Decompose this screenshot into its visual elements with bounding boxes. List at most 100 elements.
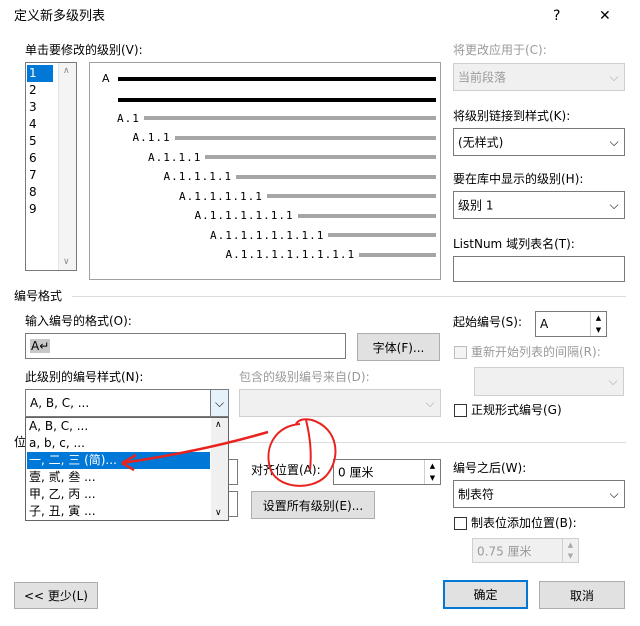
- gallery-level-label: 要在库中显示的级别(H):: [453, 172, 584, 186]
- dialog-title: 定义新多级列表: [14, 9, 106, 24]
- gallery-level-combo[interactable]: 级别 1 ⌵: [453, 191, 625, 219]
- close-icon[interactable]: ✕: [599, 8, 611, 24]
- level-item[interactable]: 4: [27, 116, 53, 133]
- style-option[interactable]: 一, 二, 三 (简)...: [27, 452, 210, 469]
- ok-button[interactable]: 确定: [443, 580, 528, 609]
- restart-combo[interactable]: ⌵: [474, 367, 624, 396]
- scroll-down-icon[interactable]: ∨: [63, 257, 70, 267]
- preview-level1-label: A: [102, 72, 110, 85]
- level-listbox[interactable]: 123456789 ∧ ∨: [25, 62, 77, 271]
- link-style-combo[interactable]: (无样式) ⌵: [453, 128, 625, 156]
- style-value: A, B, C, ...: [30, 396, 90, 410]
- spin-down-icon[interactable]: ▼: [562, 550, 578, 562]
- apply-to-label: 将更改应用于(C):: [453, 43, 547, 57]
- legal-label: 正规形式编号(G): [471, 403, 562, 417]
- preview-row-bar: [297, 213, 436, 218]
- include-label: 包含的级别编号来自(D):: [239, 370, 370, 384]
- chevron-down-icon: ⌵: [609, 197, 619, 212]
- tab-add-label: 制表位添加位置(B):: [471, 516, 577, 530]
- start-at-label: 起始编号(S):: [453, 315, 523, 329]
- scroll-down-icon[interactable]: ∨: [215, 508, 222, 518]
- preview-row: A.1: [117, 111, 436, 125]
- chevron-down-icon: ⌵: [425, 395, 435, 410]
- chevron-down-icon: ⌵: [608, 374, 618, 388]
- group-divider: [72, 296, 626, 297]
- spin-up-icon[interactable]: ▲: [590, 312, 606, 324]
- preview-row: A.1.1.1.1: [163, 170, 436, 184]
- style-option[interactable]: A, B, C, ...: [27, 418, 210, 435]
- spin-down-icon[interactable]: ▼: [590, 324, 606, 336]
- preview-row: A.1.1.1.1.1.1.1.1: [226, 248, 436, 262]
- level-item[interactable]: 7: [27, 167, 53, 184]
- style-option[interactable]: a, b, c, ...: [27, 435, 210, 452]
- tab-add-spinner[interactable]: 0.75 厘米 ▲ ▼: [472, 538, 579, 563]
- preview-row: A.1.1.1.1.1.1.1: [210, 228, 436, 242]
- chevron-down-icon[interactable]: ⌵: [210, 390, 228, 416]
- start-at-value: A: [540, 317, 549, 331]
- style-option[interactable]: 子, 丑, 寅 ...: [27, 503, 210, 520]
- style-option[interactable]: 壹, 贰, 叁 ...: [27, 469, 210, 486]
- cancel-button[interactable]: 取消: [539, 581, 625, 609]
- start-at-spinner[interactable]: A ▲ ▼: [535, 311, 607, 337]
- tab-add-value: 0.75 厘米: [477, 544, 532, 558]
- level-item[interactable]: 2: [27, 82, 53, 99]
- preview-row-number: A.1.1: [132, 131, 171, 144]
- level-item[interactable]: 1: [27, 65, 53, 82]
- spin-up-icon[interactable]: ▲: [424, 460, 440, 472]
- preview-row-bar: [236, 174, 436, 179]
- tab-add-checkbox[interactable]: [454, 517, 467, 530]
- preview-row-number: A.1.1.1.1: [163, 170, 233, 183]
- spin-down-icon[interactable]: ▼: [424, 472, 440, 484]
- set-all-levels-button[interactable]: 设置所有级别(E)...: [251, 491, 375, 519]
- follow-label: 编号之后(W):: [453, 461, 527, 475]
- scroll-up-icon[interactable]: ∧: [215, 420, 222, 430]
- preview-row: A.1.1.1.1.1: [179, 189, 436, 203]
- preview-row-number: A.1.1.1.1.1.1: [194, 209, 294, 222]
- link-style-value: (无样式): [458, 135, 504, 150]
- preview-body-bar: [118, 98, 436, 102]
- preview-row-bar: [205, 155, 436, 159]
- dropdown-scrollbar[interactable]: ∧ ∨: [211, 418, 228, 520]
- preview-row-number: A.1: [117, 111, 140, 125]
- preview-row-bar: [359, 252, 436, 257]
- preview-row-bar: [266, 194, 436, 198]
- style-label: 此级别的编号样式(N):: [25, 370, 144, 384]
- apply-to-combo[interactable]: 当前段落 ⌵: [453, 63, 625, 91]
- align-label: 对齐位置(A):: [251, 463, 321, 477]
- format-value: A↵: [30, 339, 51, 353]
- style-dropdown-list[interactable]: A, B, C, ... a, b, c, ... 一, 二, 三 (简)... 壹,…: [25, 417, 229, 521]
- font-button[interactable]: 字体(F)...: [357, 333, 440, 361]
- level-item[interactable]: 6: [27, 150, 53, 167]
- format-input[interactable]: A↵: [25, 333, 346, 359]
- preview-row: A.1.1: [132, 131, 436, 145]
- level-item[interactable]: 5: [27, 133, 53, 150]
- listnum-input[interactable]: [453, 256, 625, 282]
- restart-label: 重新开始列表的间隔(R):: [471, 345, 601, 359]
- level-item[interactable]: 3: [27, 99, 53, 116]
- help-icon[interactable]: ?: [553, 8, 560, 24]
- align-spinner[interactable]: 0 厘米 ▲ ▼: [333, 459, 441, 485]
- restart-checkbox[interactable]: [454, 346, 467, 359]
- style-option[interactable]: 甲, 乙, 丙 ...: [27, 486, 210, 503]
- level-item[interactable]: 8: [27, 184, 53, 201]
- preview-row-bar: [328, 233, 436, 237]
- preview-row: A.1.1.1: [148, 150, 436, 164]
- legal-checkbox[interactable]: [454, 404, 467, 417]
- align-value: 0 厘米: [338, 465, 374, 480]
- level-item[interactable]: 9: [27, 201, 53, 218]
- number-format-group-title: 编号格式: [14, 289, 63, 303]
- include-combo[interactable]: ⌵: [239, 389, 441, 417]
- chevron-down-icon: ⌵: [609, 486, 619, 501]
- style-combo[interactable]: A, B, C, ... ⌵: [25, 389, 229, 417]
- preview-row: A.1.1.1.1.1.1: [194, 209, 436, 223]
- preview-row-bar: [143, 116, 436, 120]
- preview-row-number: A.1.1.1: [148, 150, 202, 164]
- group-divider: [230, 442, 626, 443]
- follow-combo[interactable]: 制表符 ⌵: [453, 480, 625, 508]
- less-button[interactable]: << 更少(L): [14, 582, 98, 609]
- level-scrollbar[interactable]: ∧ ∨: [58, 63, 76, 270]
- chevron-down-icon: ⌵: [609, 69, 619, 84]
- scroll-up-icon[interactable]: ∧: [63, 66, 70, 76]
- preview-row-number: A.1.1.1.1.1: [179, 189, 263, 203]
- listnum-label: ListNum 域列表名(T):: [453, 237, 575, 251]
